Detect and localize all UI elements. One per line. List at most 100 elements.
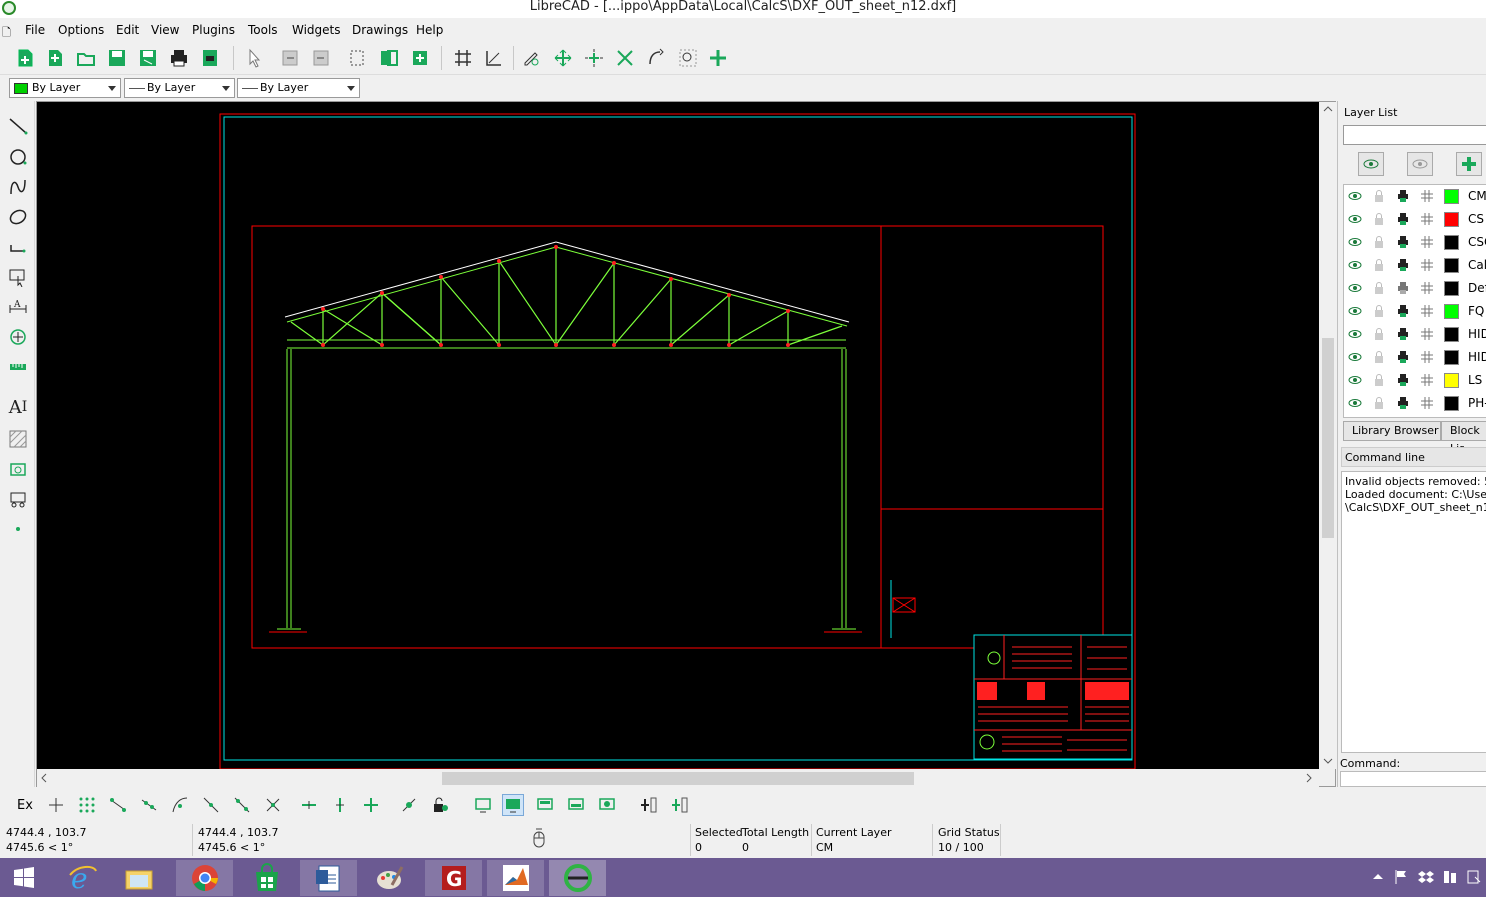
- eye-icon[interactable]: [1348, 327, 1362, 341]
- select-tool-icon[interactable]: [6, 265, 30, 289]
- zoom-window-icon[interactable]: [677, 47, 699, 69]
- chrome-icon[interactable]: [176, 860, 233, 896]
- printer-icon[interactable]: [1396, 373, 1410, 387]
- zoom-pan-icon[interactable]: [707, 47, 729, 69]
- zoom-in-icon[interactable]: [552, 47, 574, 69]
- layer-row[interactable]: FQ: [1344, 300, 1486, 323]
- text-tool-icon[interactable]: AI: [6, 395, 30, 419]
- screen-view-icon-2[interactable]: [502, 794, 524, 816]
- drawing-canvas[interactable]: [37, 102, 1319, 770]
- select-window-icon[interactable]: [346, 47, 368, 69]
- eye-icon[interactable]: [1348, 373, 1362, 387]
- eye-icon[interactable]: [1348, 258, 1362, 272]
- gnumeric-icon[interactable]: G: [425, 860, 482, 896]
- lock-icon[interactable]: [1372, 258, 1386, 272]
- lock-icon[interactable]: [1372, 373, 1386, 387]
- paint-icon[interactable]: [360, 860, 417, 896]
- construction-icon[interactable]: [1420, 189, 1434, 203]
- screen-view-icon-1[interactable]: [472, 794, 494, 816]
- layer-row[interactable]: CM: [1344, 185, 1486, 208]
- layer-row[interactable]: CSC: [1344, 231, 1486, 254]
- copy-icon[interactable]: [378, 47, 400, 69]
- snap-distance-icon[interactable]: [231, 794, 253, 816]
- polyline-tool-icon[interactable]: [6, 235, 30, 259]
- zoom-auto-icon[interactable]: [614, 47, 636, 69]
- eye-icon[interactable]: [1348, 189, 1362, 203]
- menu-tools[interactable]: Tools: [248, 23, 278, 37]
- undo-icon[interactable]: [279, 47, 301, 69]
- notification-icon[interactable]: [1466, 869, 1482, 888]
- add-to-list-icon[interactable]: [638, 794, 660, 816]
- eye-icon[interactable]: [1348, 350, 1362, 364]
- printer-icon[interactable]: [1396, 396, 1410, 410]
- menu-plugins[interactable]: Plugins: [192, 23, 235, 37]
- snap-grid-icon[interactable]: [76, 794, 98, 816]
- horizontal-scrollbar[interactable]: [37, 770, 1319, 787]
- menu-drawings[interactable]: Drawings: [352, 23, 408, 37]
- construction-icon[interactable]: [1420, 396, 1434, 410]
- snap-free-icon[interactable]: [45, 794, 67, 816]
- zoom-out-icon[interactable]: [583, 47, 605, 69]
- lock-icon[interactable]: [1372, 212, 1386, 226]
- internet-explorer-icon[interactable]: e: [53, 860, 110, 896]
- file-explorer-icon[interactable]: [110, 860, 167, 896]
- snap-endpoint-icon[interactable]: [107, 794, 129, 816]
- hatch-tool-icon[interactable]: [6, 427, 30, 451]
- librecad-taskbar-icon[interactable]: [549, 860, 606, 896]
- dimension-tool-icon[interactable]: A: [6, 295, 30, 319]
- construction-icon[interactable]: [1420, 235, 1434, 249]
- redo-icon[interactable]: [310, 47, 332, 69]
- new-template-icon[interactable]: [44, 47, 66, 69]
- snap-center-icon[interactable]: [169, 794, 191, 816]
- document-app-icon[interactable]: [300, 860, 357, 896]
- print-preview-icon[interactable]: [199, 47, 221, 69]
- print-icon[interactable]: [168, 47, 190, 69]
- dropbox-icon[interactable]: [1418, 869, 1434, 888]
- restrict-horizontal-icon[interactable]: [298, 794, 320, 816]
- block-tool-icon[interactable]: [6, 487, 30, 511]
- menu-widgets[interactable]: Widgets: [292, 23, 341, 37]
- tab-block-list[interactable]: Block Lis: [1441, 421, 1486, 455]
- matlab-icon[interactable]: [487, 860, 544, 896]
- lock-icon[interactable]: [1372, 327, 1386, 341]
- menu-edit[interactable]: Edit: [116, 23, 139, 37]
- hide-all-layers-icon[interactable]: [1407, 152, 1433, 176]
- snap-intersection-icon[interactable]: [262, 794, 284, 816]
- line-width-combo[interactable]: By Layer: [124, 78, 235, 98]
- eye-icon[interactable]: [1348, 396, 1362, 410]
- lock-icon[interactable]: [1372, 235, 1386, 249]
- layer-list[interactable]: CM CS CSC Calc: [1343, 184, 1486, 418]
- construction-icon[interactable]: [1420, 304, 1434, 318]
- menu-options[interactable]: Options: [58, 23, 104, 37]
- eye-icon[interactable]: [1348, 281, 1362, 295]
- lock-icon[interactable]: [1372, 281, 1386, 295]
- tab-library-browser[interactable]: Library Browser: [1343, 421, 1441, 441]
- select-pointer-icon[interactable]: [243, 47, 265, 69]
- snap-middle-icon[interactable]: [200, 794, 222, 816]
- layer-row[interactable]: CS: [1344, 208, 1486, 231]
- curve-tool-icon[interactable]: [6, 175, 30, 199]
- layer-row[interactable]: Calc: [1344, 254, 1486, 277]
- construction-icon[interactable]: [1420, 258, 1434, 272]
- construction-icon[interactable]: [1420, 212, 1434, 226]
- layer-row[interactable]: Defp: [1344, 277, 1486, 300]
- circle-tool-icon[interactable]: [6, 145, 30, 169]
- grid-icon[interactable]: [452, 47, 474, 69]
- layer-row[interactable]: HID: [1344, 323, 1486, 346]
- network-icon[interactable]: [1442, 869, 1458, 888]
- printer-icon[interactable]: [1396, 327, 1410, 341]
- save-icon[interactable]: [106, 47, 128, 69]
- point-tool-icon[interactable]: [6, 517, 30, 541]
- flag-icon[interactable]: [1394, 869, 1408, 888]
- printer-icon[interactable]: [1396, 304, 1410, 318]
- printer-icon[interactable]: [1396, 281, 1410, 295]
- construction-icon[interactable]: [1420, 281, 1434, 295]
- construction-icon[interactable]: [1420, 327, 1434, 341]
- ellipse-tool-icon[interactable]: [6, 205, 30, 229]
- add-green-icon[interactable]: [669, 794, 691, 816]
- menu-help[interactable]: Help: [416, 23, 443, 37]
- line-type-combo[interactable]: By Layer: [237, 78, 360, 98]
- lock-icon[interactable]: [1372, 189, 1386, 203]
- printer-icon[interactable]: [1396, 258, 1410, 272]
- lock-icon[interactable]: [1372, 350, 1386, 364]
